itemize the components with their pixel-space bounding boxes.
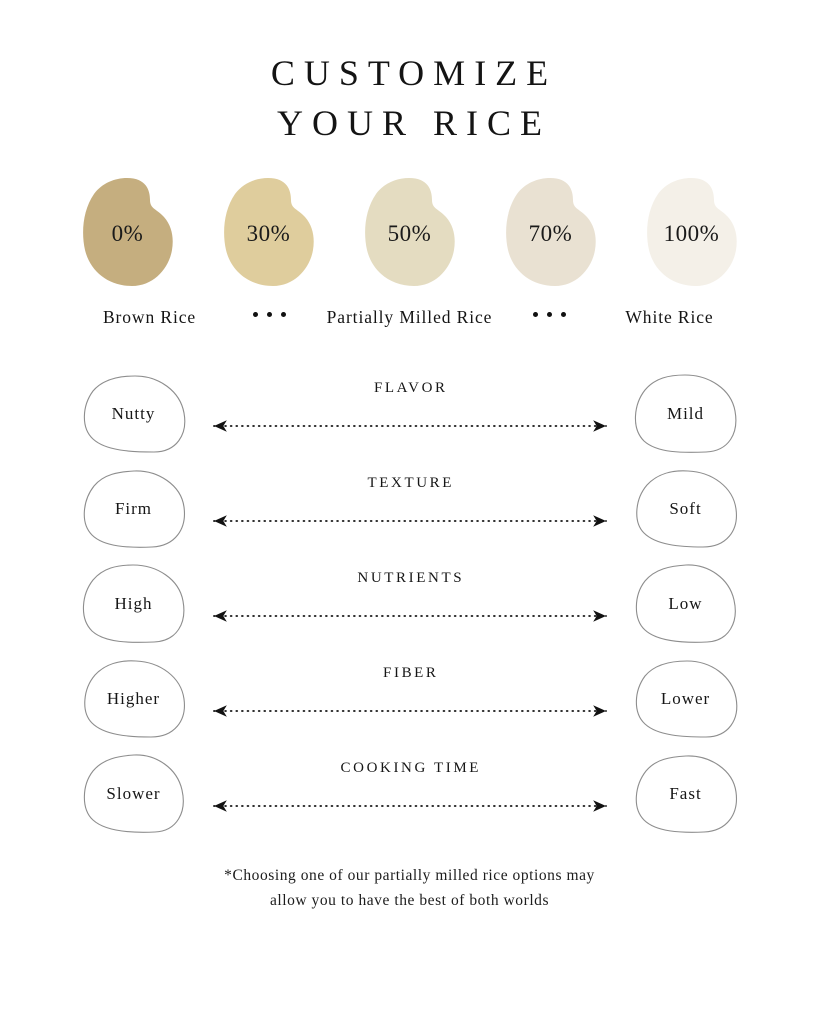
infographic-page: CUSTOMIZE YOUR RICE 0% 30% 50% 70% 100% Brow… [0,0,819,1024]
double-arrow-icon [212,514,607,527]
milling-swatch-label: 100% [663,221,720,246]
comparison-title: TEXTURE [367,474,455,491]
comparison-title: NUTRIENTS [357,569,465,586]
comparison-title: FLAVOR [373,379,448,396]
page-title-line-2: YOUR RICE [276,103,551,143]
milling-swatch: 30% [221,176,317,288]
comparison-axis: COOKING TIME [200,758,620,830]
comparison-right-pill: Lower [632,658,740,740]
comparison-right-label: Fast [669,783,702,803]
comparison-left-pill: Slower [80,753,188,835]
legend-label-partially-milled-rice: Partially Milled Rice [326,307,493,327]
comparison-right-pill: Soft [632,468,740,550]
comparison-left-pill: Firm [80,468,188,550]
legend-separator-dots-left [239,304,301,317]
comparison-right-label: Low [668,593,703,613]
comparison-right-pill: Fast [632,753,740,835]
comparison-axis: TEXTURE [200,473,620,545]
double-arrow-icon [212,609,607,622]
comparison-left-label: Slower [106,783,161,803]
legend-separator-dots-right [519,304,581,317]
milling-swatch: 70% [503,176,599,288]
comparison-right-pill: Mild [632,373,740,455]
dot-icon [547,312,552,317]
milling-swatch-label: 50% [387,221,432,246]
comparison-row: Firm TEXTURE Soft [80,461,740,556]
comparison-left-pill: High [80,563,188,645]
comparison-left-label: High [114,593,153,613]
footnote-text: *Choosing one of our partially milled ri… [224,867,595,909]
comparison-right-pill: Low [632,563,740,645]
rice-type-legend: Brown Rice Partially Milled Rice White R… [70,304,750,330]
dot-icon [533,312,538,317]
comparison-right-label: Lower [660,688,711,708]
milling-swatch-label: 0% [111,221,144,246]
double-arrow-icon [212,799,607,812]
comparison-axis: FLAVOR [200,378,620,450]
comparison-left-label: Higher [106,688,161,708]
comparison-title: COOKING TIME [340,759,482,776]
milling-swatch: 100% [644,176,740,288]
dot-icon [267,312,272,317]
comparison-axis: FIBER [200,663,620,735]
comparison-left-pill: Higher [80,658,188,740]
comparison-row: High NUTRIENTS Low [80,556,740,651]
comparison-row: Nutty FLAVOR Mild [80,366,740,461]
double-arrow-icon [212,419,607,432]
double-arrow-icon [212,704,607,717]
comparison-row: Slower COOKING TIME Fast [80,746,740,841]
comparison-right-label: Mild [666,403,705,423]
legend-label-white-rice: White Rice [625,307,714,327]
comparison-axis: NUTRIENTS [200,568,620,640]
milling-swatch-row: 0% 30% 50% 70% 100% [80,176,740,288]
milling-swatch-label: 30% [246,221,291,246]
page-title: CUSTOMIZE YOUR RICE [0,48,819,148]
comparison-row: Higher FIBER Lower [80,651,740,746]
milling-swatch-label: 70% [528,221,573,246]
comparison-list: Nutty FLAVOR Mild Firm TEXTURE Soft High NUTRIE… [80,366,740,841]
comparison-left-label: Firm [114,498,153,518]
comparison-right-label: Soft [669,498,702,518]
dot-icon [561,312,566,317]
comparison-left-pill: Nutty [80,373,188,455]
milling-swatch: 50% [362,176,458,288]
page-title-line-1: CUSTOMIZE [270,53,558,93]
milling-swatch: 0% [80,176,176,288]
dot-icon [253,312,258,317]
legend-label-brown-rice: Brown Rice [102,307,197,327]
comparison-title: FIBER [383,664,439,681]
dot-icon [281,312,286,317]
comparison-left-label: Nutty [111,403,156,423]
